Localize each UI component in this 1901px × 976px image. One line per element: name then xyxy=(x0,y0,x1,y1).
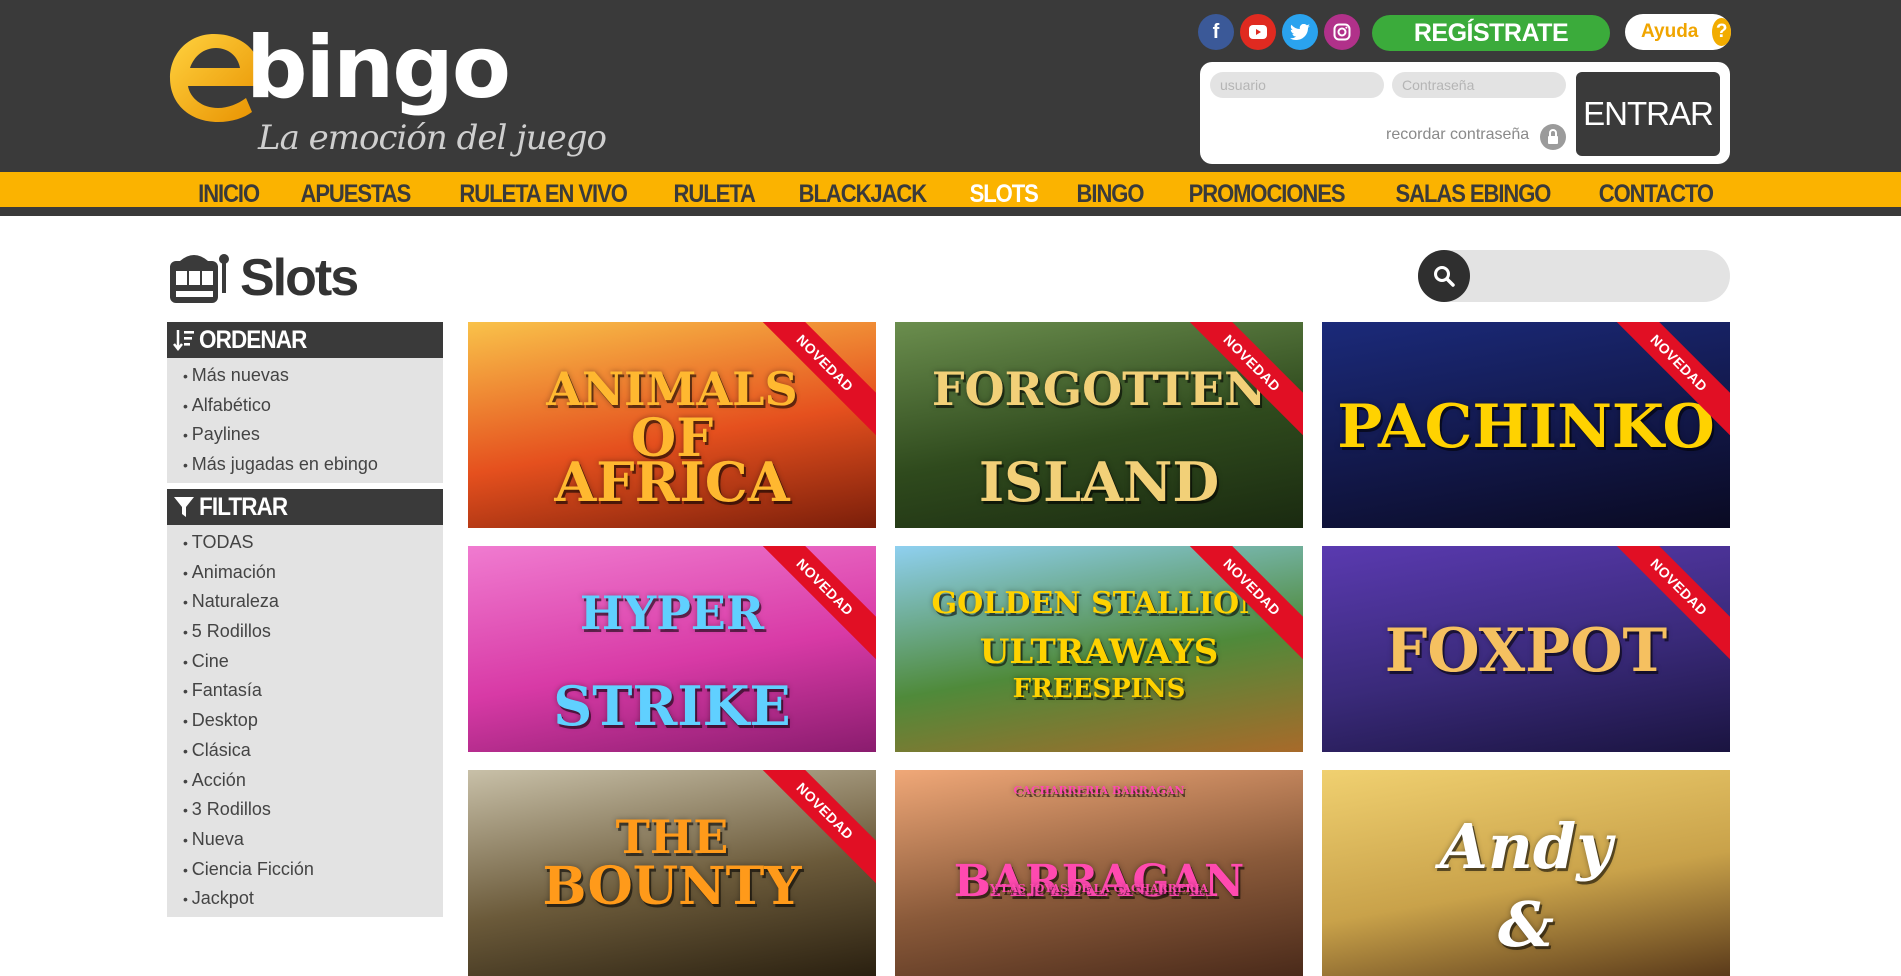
password-input[interactable] xyxy=(1392,72,1566,98)
login-form: recordar contraseña ENTRAR xyxy=(1200,62,1730,164)
username-input[interactable] xyxy=(1210,72,1384,98)
filter-option[interactable]: Nueva xyxy=(183,825,443,855)
filter-header: FILTRAR xyxy=(167,489,443,525)
lock-icon[interactable] xyxy=(1540,124,1566,150)
search-input[interactable] xyxy=(1478,260,1718,292)
game-title-text: FOXPOT xyxy=(1384,616,1668,686)
filter-icon xyxy=(174,497,194,517)
page-heading: Slots xyxy=(166,248,359,308)
order-title: ORDENAR xyxy=(199,325,307,354)
filter-panel: FILTRAR TODASAnimaciónNaturaleza5 Rodill… xyxy=(167,489,443,917)
nav-item-contacto[interactable]: CONTACTO xyxy=(1599,180,1714,209)
game-title-text: Andy xyxy=(1439,810,1613,883)
game-card[interactable]: THE BOUNTY NOVEDAD xyxy=(468,770,876,976)
filter-option[interactable]: 3 Rodillos xyxy=(183,795,443,825)
order-list: Más nuevasAlfabéticoPaylinesMás jugadas … xyxy=(167,358,443,483)
game-title-text: & xyxy=(1498,888,1554,961)
site-header: bingo La emoción del juego f REGÍSTRATE … xyxy=(0,0,1901,172)
logo-tagline: La emoción del juego xyxy=(258,118,607,158)
filter-list: TODASAnimaciónNaturaleza5 RodillosCineFa… xyxy=(167,525,443,917)
game-card[interactable]: GOLDEN STALLION ULTRAWAYS FREESPINS NOVEDAD xyxy=(895,546,1303,752)
filter-option[interactable]: Jackpot xyxy=(183,884,443,914)
game-card[interactable]: Andy & xyxy=(1322,770,1730,976)
order-panel: ORDENAR Más nuevasAlfabéticoPaylinesMás … xyxy=(167,322,443,483)
filter-option[interactable]: Animación xyxy=(183,558,443,588)
game-title-text: ISLAND xyxy=(978,450,1220,514)
filter-option[interactable]: TODAS xyxy=(183,528,443,558)
page-title: Slots xyxy=(240,249,359,307)
order-option[interactable]: Más jugadas en ebingo xyxy=(183,450,443,480)
search-button[interactable] xyxy=(1418,250,1470,302)
game-title-text: CACHARRERIA BARRAGAN xyxy=(1013,784,1185,797)
game-title-text: FREESPINS xyxy=(1012,674,1186,704)
main-nav: INICIO APUESTAS RULETA EN VIVO RULETA BLACKJ… xyxy=(0,172,1901,216)
nav-item-apuestas[interactable]: APUESTAS xyxy=(301,180,412,209)
game-title-text: ULTRAWAYS xyxy=(979,632,1219,672)
logo-wordmark: bingo xyxy=(246,18,511,118)
search-box xyxy=(1418,250,1730,302)
instagram-icon[interactable] xyxy=(1324,14,1360,50)
nav-item-promociones[interactable]: PROMOCIONES xyxy=(1189,180,1346,209)
help-label: Ayuda xyxy=(1641,21,1699,42)
nav-items: INICIO APUESTAS RULETA EN VIVO RULETA BLACKJ… xyxy=(0,172,1901,216)
filter-option[interactable]: Cine xyxy=(183,647,443,677)
twitter-icon[interactable] xyxy=(1282,14,1318,50)
nav-item-slots[interactable]: SLOTS xyxy=(970,180,1039,209)
filter-title: FILTRAR xyxy=(199,492,288,521)
help-button[interactable]: Ayuda ? xyxy=(1625,14,1731,50)
register-button[interactable]: REGÍSTRATE xyxy=(1372,15,1610,51)
remember-password-link[interactable]: recordar contraseña xyxy=(1386,126,1529,144)
filter-option[interactable]: Acción xyxy=(183,766,443,796)
game-title-text: Y LAS JOYAS DE LA CACHARRERIA xyxy=(989,882,1209,895)
facebook-icon[interactable]: f xyxy=(1198,14,1234,50)
game-title-text: PACHINKO xyxy=(1337,392,1715,462)
game-title-text: STRIKE xyxy=(553,674,791,738)
filter-option[interactable]: 5 Rodillos xyxy=(183,617,443,647)
game-card[interactable]: FOXPOT NOVEDAD xyxy=(1322,546,1730,752)
nav-item-blackjack[interactable]: BLACKJACK xyxy=(799,180,927,209)
order-option[interactable]: Más nuevas xyxy=(183,361,443,391)
help-icon: ? xyxy=(1712,18,1731,46)
game-card[interactable]: CACHARRERIA BARRAGAN BARRAGAN Y LAS JOYAS … xyxy=(895,770,1303,976)
filter-option[interactable]: Naturaleza xyxy=(183,587,443,617)
ebingo-logo[interactable]: bingo La emoción del juego xyxy=(166,18,607,168)
game-card[interactable]: ANIMALS OF AFRICA NOVEDAD xyxy=(468,322,876,528)
filter-option[interactable]: Fantasía xyxy=(183,676,443,706)
game-title-text: BOUNTY xyxy=(542,856,802,917)
game-card[interactable]: HYPER STRIKE NOVEDAD xyxy=(468,546,876,752)
game-card[interactable]: PACHINKO NOVEDAD xyxy=(1322,322,1730,528)
search-icon xyxy=(1434,266,1455,287)
slot-machine-icon xyxy=(170,254,229,303)
sort-icon xyxy=(173,330,194,352)
nav-item-inicio[interactable]: INICIO xyxy=(198,180,260,209)
login-button[interactable]: ENTRAR xyxy=(1576,72,1720,156)
youtube-icon[interactable] xyxy=(1240,14,1276,50)
order-header: ORDENAR xyxy=(167,322,443,358)
social-links: f xyxy=(1198,14,1360,50)
nav-item-salas-ebingo[interactable]: SALAS EBINGO xyxy=(1396,180,1552,209)
filter-option[interactable]: Clásica xyxy=(183,736,443,766)
nav-item-bingo[interactable]: BINGO xyxy=(1077,180,1145,209)
nav-item-ruleta[interactable]: RULETA xyxy=(673,180,755,209)
game-card[interactable]: FORGOTTEN ISLAND NOVEDAD xyxy=(895,322,1303,528)
order-option[interactable]: Paylines xyxy=(183,420,443,450)
filter-option[interactable]: Ciencia Ficción xyxy=(183,855,443,885)
nav-item-ruleta-en-vivo[interactable]: RULETA EN VIVO xyxy=(459,180,627,209)
filter-option[interactable]: Desktop xyxy=(183,706,443,736)
game-title-text: AFRICA xyxy=(554,450,790,514)
order-option[interactable]: Alfabético xyxy=(183,391,443,421)
